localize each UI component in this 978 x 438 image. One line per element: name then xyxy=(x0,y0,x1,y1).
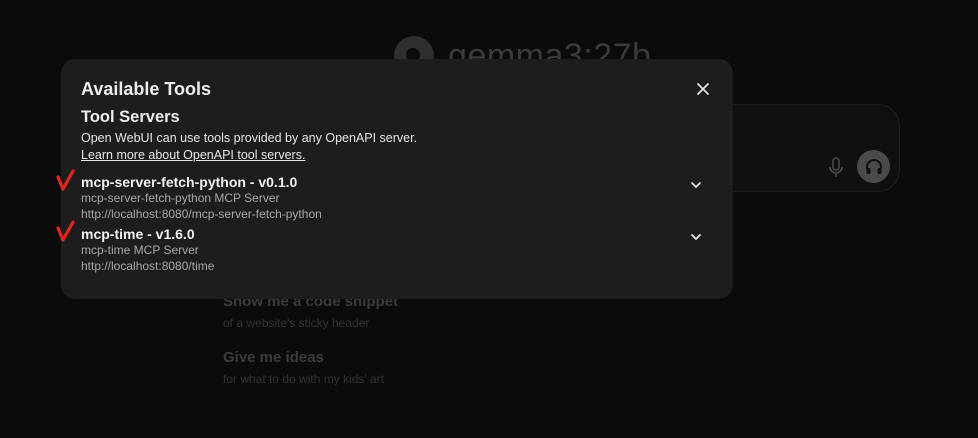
suggestion-title: Give me ideas xyxy=(223,349,324,366)
annotation-check-mark-icon xyxy=(56,169,75,191)
server-url: http://localhost:8080/time xyxy=(81,259,215,273)
close-icon xyxy=(697,83,709,95)
available-tools-modal: Available Tools Tool Servers Open WebUI … xyxy=(61,59,733,299)
server-name: mcp-server-fetch-python - v0.1.0 xyxy=(81,174,298,190)
voice-mode-button[interactable] xyxy=(857,150,890,183)
server-description: mcp-time MCP Server xyxy=(81,243,199,257)
headphones-icon xyxy=(865,158,882,174)
chevron-down-icon[interactable] xyxy=(689,178,703,192)
suggestion-item[interactable]: Give me ideas for what to do with my kid… xyxy=(223,349,384,386)
mic-icon[interactable] xyxy=(828,156,844,180)
chevron-down-icon[interactable] xyxy=(689,230,703,244)
tool-server-item[interactable]: mcp-time - v1.6.0 mcp-time MCP Server ht… xyxy=(81,226,717,274)
section-description: Open WebUI can use tools provided by any… xyxy=(81,131,418,145)
server-url: http://localhost:8080/mcp-server-fetch-p… xyxy=(81,207,322,221)
suggestion-subtitle: of a website's sticky header xyxy=(223,316,370,330)
server-name: mcp-time - v1.6.0 xyxy=(81,226,195,242)
suggestion-subtitle: for what to do with my kids' art xyxy=(223,372,385,386)
section-title: Tool Servers xyxy=(81,108,180,126)
close-button[interactable] xyxy=(693,79,713,99)
learn-more-link[interactable]: Learn more about OpenAPI tool servers. xyxy=(81,148,305,162)
modal-title: Available Tools xyxy=(81,79,212,99)
server-description: mcp-server-fetch-python MCP Server xyxy=(81,191,280,205)
tool-server-item[interactable]: mcp-server-fetch-python - v0.1.0 mcp-ser… xyxy=(81,174,717,222)
annotation-check-mark-icon xyxy=(56,220,75,242)
